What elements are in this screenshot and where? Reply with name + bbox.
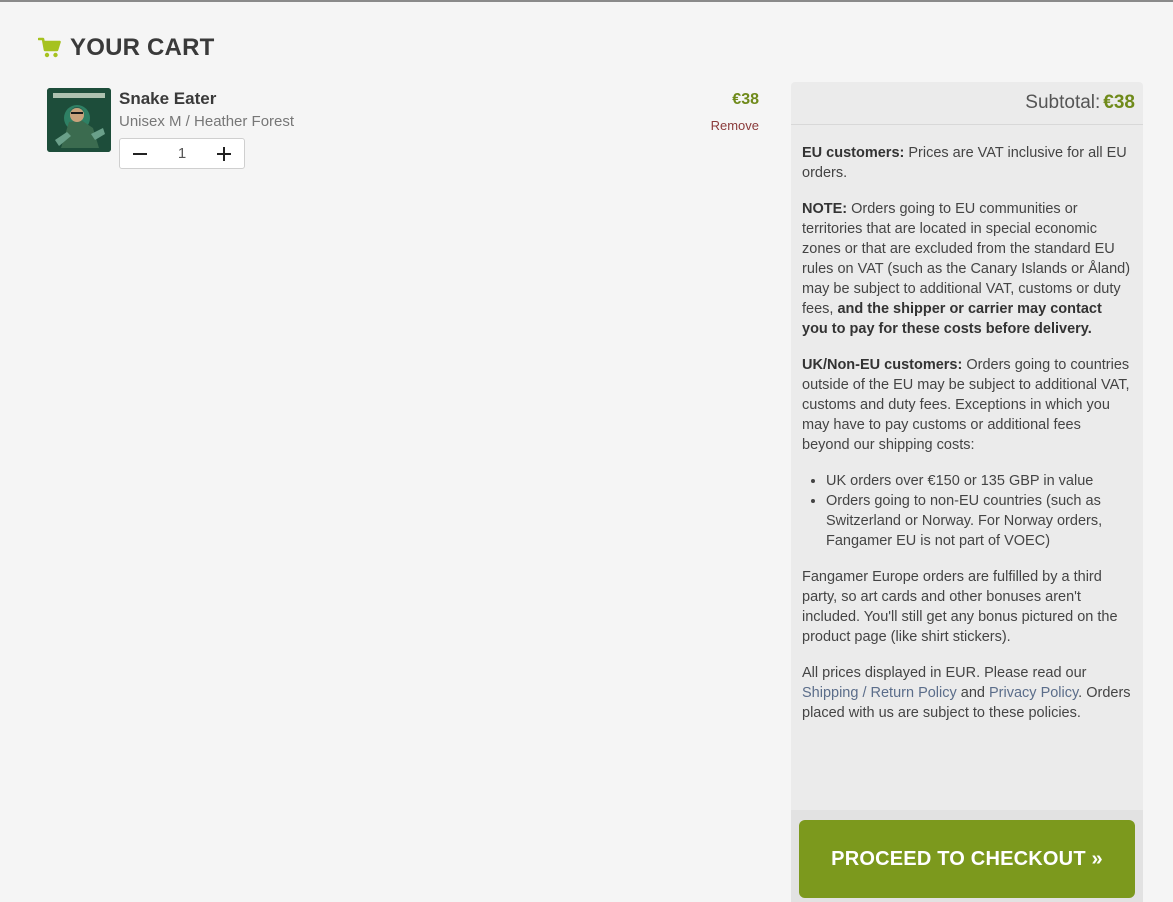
note-label: NOTE: <box>802 201 848 217</box>
subtotal-label: Subtotal: <box>1025 92 1101 113</box>
page-title: YOUR CART <box>70 34 215 61</box>
plus-icon <box>217 146 231 161</box>
decrease-quantity-button[interactable] <box>120 139 160 168</box>
checkout-area: PROCEED TO CHECKOUT » <box>791 810 1143 902</box>
note-bold-text: and the shipper or carrier may contact y… <box>802 301 1102 337</box>
privacy-policy-link[interactable]: Privacy Policy <box>989 685 1078 701</box>
product-name[interactable]: Snake Eater <box>119 89 216 109</box>
list-item: UK orders over €150 or 135 GBP in value <box>826 471 1131 491</box>
order-summary: Subtotal: €38 EU customers: Prices are V… <box>791 82 1143 902</box>
minus-icon <box>133 152 147 155</box>
list-item: Orders going to non-EU countries (such a… <box>826 491 1131 551</box>
product-thumbnail[interactable] <box>47 88 111 152</box>
non-eu-customers-note: UK/Non-EU customers: Orders going to cou… <box>802 355 1131 455</box>
shipping-return-policy-link[interactable]: Shipping / Return Policy <box>802 685 957 701</box>
special-zones-note: NOTE: Orders going to EU communities or … <box>802 199 1131 339</box>
subtotal-row: Subtotal: €38 <box>791 82 1143 125</box>
subtotal-value: €38 <box>1103 92 1135 113</box>
product-variant: Unisex M / Heather Forest <box>119 113 295 130</box>
policies-note: All prices displayed in EUR. Please read… <box>802 663 1131 723</box>
note-text: Orders going to EU communities or territ… <box>802 201 1131 317</box>
cart-item: Snake Eater Unisex M / Heather Forest 1 … <box>47 88 759 178</box>
shopping-cart-icon <box>37 37 62 59</box>
prices-text: All prices displayed in EUR. Please read… <box>802 665 1087 681</box>
cart-title: YOUR CART <box>37 34 215 62</box>
exceptions-list: UK orders over €150 or 135 GBP in value … <box>802 471 1131 551</box>
item-price: €38 <box>732 91 759 108</box>
quantity-value[interactable]: 1 <box>178 145 186 162</box>
and-text: and <box>956 685 989 701</box>
non-eu-label: UK/Non-EU customers: <box>802 357 963 373</box>
quantity-stepper: 1 <box>119 138 245 169</box>
fulfillment-note: Fangamer Europe orders are fulfilled by … <box>802 569 1118 645</box>
proceed-to-checkout-button[interactable]: PROCEED TO CHECKOUT » <box>799 820 1135 898</box>
increase-quantity-button[interactable] <box>204 139 244 168</box>
eu-customers-label: EU customers: <box>802 145 905 161</box>
shipping-notes: EU customers: Prices are VAT inclusive f… <box>791 125 1143 723</box>
eu-customers-note: EU customers: Prices are VAT inclusive f… <box>802 143 1131 183</box>
remove-item-link[interactable]: Remove <box>711 118 759 133</box>
